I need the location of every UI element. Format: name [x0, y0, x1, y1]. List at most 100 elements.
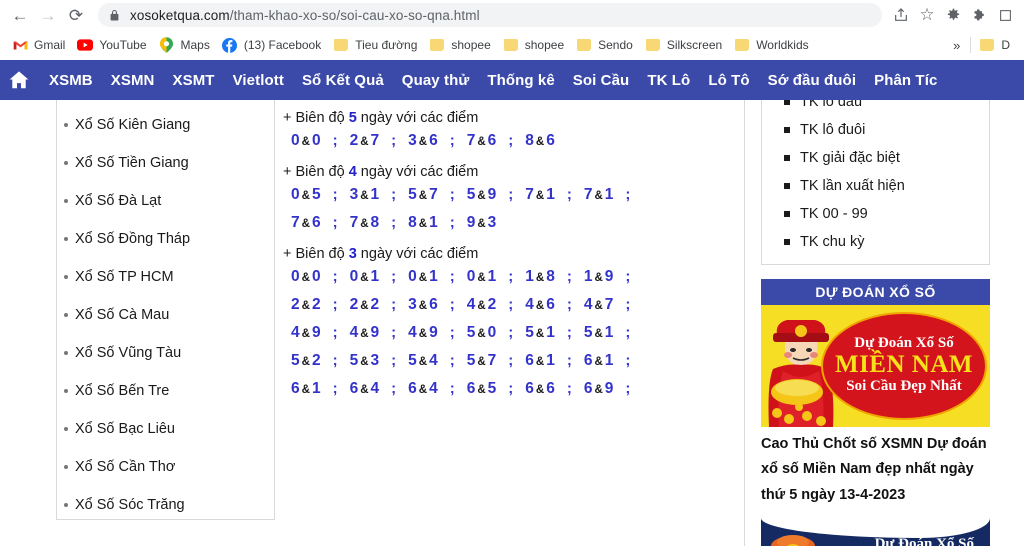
tk-item-lo-dau[interactable]: TK lô đầu	[762, 100, 989, 116]
number-pair[interactable]: 0 & 1	[350, 268, 380, 286]
number-pair[interactable]: 7 & 6	[467, 132, 497, 150]
share-icon[interactable]	[888, 2, 914, 28]
number-pair[interactable]: 1 & 8	[525, 268, 555, 286]
bookmark-silkscreen[interactable]: Silkscreen	[639, 34, 728, 56]
sidebar-item-vung-tau[interactable]: Xổ Số Vũng Tàu	[57, 334, 274, 372]
nav-item-so-ket-qua[interactable]: Sổ Kết Quả	[293, 72, 393, 89]
nav-item-xsmn[interactable]: XSMN	[102, 72, 164, 89]
bookmark-tieu-duong[interactable]: Tieu đường	[327, 34, 423, 56]
number-pair[interactable]: 0 & 1	[467, 268, 497, 286]
nav-item-thong-ke[interactable]: Thống kê	[478, 72, 563, 89]
number-pair[interactable]: 4 & 9	[350, 324, 380, 342]
sidebar-item-da-lat[interactable]: Xổ Số Đà Lạt	[57, 182, 274, 220]
nav-home-button[interactable]	[0, 69, 40, 91]
bookmark-sendo[interactable]: Sendo	[570, 34, 639, 56]
bookmark-overflow-item[interactable]: D	[977, 34, 1016, 56]
number-pair[interactable]: 7 & 8	[350, 214, 380, 232]
number-pair[interactable]: 3 & 6	[408, 296, 438, 314]
nav-item-quay-thu[interactable]: Quay thử	[393, 72, 479, 89]
number-pair[interactable]: 2 & 7	[350, 132, 380, 150]
number-pair[interactable]: 2 & 2	[291, 296, 321, 314]
tk-item-lo-duoi[interactable]: TK lô đuôi	[762, 116, 989, 144]
bookmark-shopee-1[interactable]: shopee	[423, 34, 496, 56]
sidebar-item-ca-mau[interactable]: Xổ Số Cà Mau	[57, 296, 274, 334]
number-pair[interactable]: 5 & 7	[467, 352, 497, 370]
number-pair[interactable]: 4 & 2	[467, 296, 497, 314]
tk-item-lan-xuat-hien[interactable]: TK lần xuất hiện	[762, 172, 989, 200]
address-bar[interactable]: xosoketqua.com/tham-khao-xo-so/soi-cau-x…	[98, 3, 882, 27]
number-pair[interactable]: 7 & 6	[291, 214, 321, 232]
number-pair[interactable]: 7 & 1	[584, 186, 614, 204]
number-pair[interactable]: 6 & 5	[467, 380, 497, 398]
number-pair[interactable]: 6 & 6	[525, 380, 555, 398]
sidebar-item-ben-tre[interactable]: Xổ Số Bến Tre	[57, 372, 274, 410]
number-pair[interactable]: 0 & 0	[291, 132, 321, 150]
number-pair[interactable]: 5 & 1	[584, 324, 614, 342]
number-pair[interactable]: 5 & 0	[467, 324, 497, 342]
number-pair[interactable]: 8 & 1	[408, 214, 438, 232]
number-pair[interactable]: 6 & 1	[291, 380, 321, 398]
number-pair[interactable]: 4 & 9	[291, 324, 321, 342]
puzzle-icon[interactable]	[966, 2, 992, 28]
reload-button[interactable]: ⟳	[62, 1, 90, 29]
bookmark-youtube[interactable]: YouTube	[71, 34, 152, 56]
bookmark-shopee-2[interactable]: shopee	[497, 34, 570, 56]
nav-item-vietlott[interactable]: Vietlott	[224, 72, 293, 89]
nav-item-xsmb[interactable]: XSMB	[40, 72, 102, 89]
number-pair[interactable]: 3 & 1	[350, 186, 380, 204]
nav-item-so-dau-duoi[interactable]: Sớ đầu đuôi	[759, 72, 865, 89]
sidebar-item-tp-hcm[interactable]: Xổ Số TP HCM	[57, 258, 274, 296]
tk-item-chu-ky[interactable]: TK chu kỳ	[762, 228, 989, 256]
bookmark-maps[interactable]: Maps	[153, 34, 216, 56]
number-pair[interactable]: 5 & 4	[408, 352, 438, 370]
bookmark-worldkids[interactable]: Worldkids	[728, 34, 814, 56]
number-pair[interactable]: 5 & 3	[350, 352, 380, 370]
tk-item-00-99[interactable]: TK 00 - 99	[762, 200, 989, 228]
number-pair[interactable]: 5 & 7	[408, 186, 438, 204]
number-pair[interactable]: 5 & 9	[467, 186, 497, 204]
sidebar-item-tien-giang[interactable]: Xổ Số Tiền Giang	[57, 144, 274, 182]
number-pair[interactable]: 5 & 1	[525, 324, 555, 342]
sidebar-item-kien-giang[interactable]: Xổ Số Kiên Giang	[57, 106, 274, 144]
number-pair[interactable]: 0 & 5	[291, 186, 321, 204]
number-pair[interactable]: 6 & 1	[584, 352, 614, 370]
promo-caption-text[interactable]: Cao Thủ Chốt số XSMN Dự đoán xổ số Miền …	[761, 427, 990, 508]
sidebar-item-dong-thap[interactable]: Xổ Số Đồng Tháp	[57, 220, 274, 258]
number-pair[interactable]: 6 & 4	[408, 380, 438, 398]
forward-button[interactable]: →	[34, 1, 62, 29]
bookmarks-overflow-button[interactable]: »	[949, 38, 964, 53]
sidebar-item-can-tho[interactable]: Xổ Số Cần Thơ	[57, 448, 274, 486]
pair-right: 1	[604, 186, 614, 203]
number-pair[interactable]: 6 & 9	[584, 380, 614, 398]
number-pair[interactable]: 0 & 1	[408, 268, 438, 286]
bookmark-gmail[interactable]: Gmail	[6, 34, 71, 56]
number-pair[interactable]: 7 & 1	[525, 186, 555, 204]
back-button[interactable]: ←	[6, 1, 34, 29]
number-pair[interactable]: 4 & 7	[584, 296, 614, 314]
number-pair[interactable]: 6 & 1	[525, 352, 555, 370]
sidebar-item-bac-lieu[interactable]: Xổ Số Bạc Liêu	[57, 410, 274, 448]
number-pair[interactable]: 4 & 9	[408, 324, 438, 342]
number-pair[interactable]: 4 & 6	[525, 296, 555, 314]
number-pair[interactable]: 5 & 2	[291, 352, 321, 370]
sidebar-item-soc-trang[interactable]: Xổ Số Sóc Trăng	[57, 486, 274, 524]
promo-banner-image[interactable]: Dự Đoán Xổ Số MIỀN NAM Soi Cầu Đẹp Nhất	[761, 305, 990, 427]
nav-item-soi-cau[interactable]: Soi Cầu	[564, 72, 639, 89]
gear-icon[interactable]	[940, 2, 966, 28]
number-pair[interactable]: 0 & 0	[291, 268, 321, 286]
nav-item-phan-tich[interactable]: Phân Tíc	[865, 72, 946, 89]
profile-icon[interactable]	[992, 2, 1018, 28]
promo-banner-secondary[interactable]: Dự Đoán Xổ Số	[761, 512, 990, 546]
number-pair[interactable]: 2 & 2	[350, 296, 380, 314]
bookmark-facebook[interactable]: (13) Facebook	[216, 34, 327, 56]
number-pair[interactable]: 6 & 4	[350, 380, 380, 398]
nav-item-xsmt[interactable]: XSMT	[164, 72, 224, 89]
number-pair[interactable]: 8 & 6	[525, 132, 555, 150]
nav-item-lo-to[interactable]: Lô Tô	[699, 72, 758, 89]
nav-item-tk-lo[interactable]: TK Lô	[638, 72, 699, 89]
number-pair[interactable]: 3 & 6	[408, 132, 438, 150]
bookmark-star-icon[interactable]: ☆	[914, 2, 940, 28]
tk-item-giai-dac-biet[interactable]: TK giải đặc biệt	[762, 144, 989, 172]
number-pair[interactable]: 1 & 9	[584, 268, 614, 286]
number-pair[interactable]: 9 & 3	[467, 214, 497, 232]
